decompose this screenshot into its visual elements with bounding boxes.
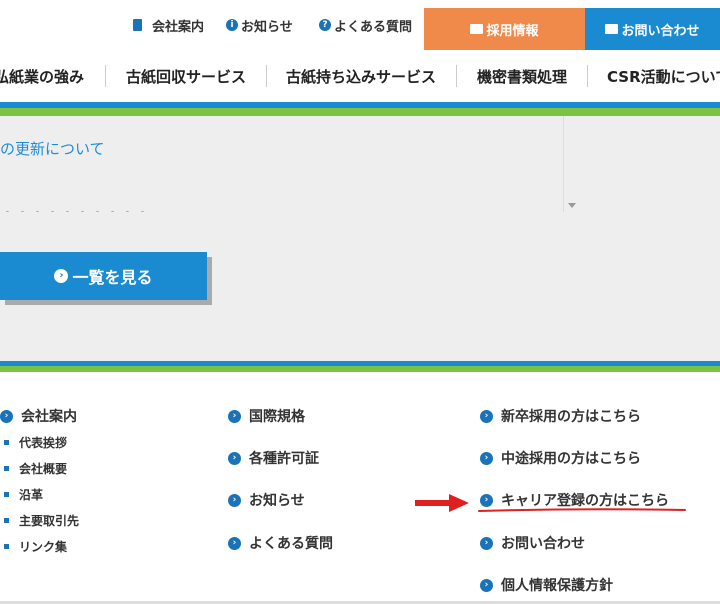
footer-link-contact[interactable]: › お問い合わせ [480,533,585,553]
chevron-right-circle-icon: › [228,409,241,423]
top-link-news[interactable]: i お知らせ [226,0,293,50]
chevron-right-circle-icon: › [480,451,493,465]
footer-link-label: よくある質問 [249,536,333,552]
footer-link-faq[interactable]: › よくある質問 [228,533,333,553]
footer-link-permits[interactable]: › 各種許可証 [228,448,319,468]
news-scrollbar[interactable] [563,116,581,212]
question-icon: ? [319,19,331,31]
footer-sublink-label: 沿革 [19,488,44,502]
footer-link-new-graduate[interactable]: › 新卒採用の方はこちら [480,406,641,426]
square-bullet-icon [4,518,9,523]
footer-link-news[interactable]: › お知らせ [228,490,305,510]
top-link-faq[interactable]: ? よくある質問 [319,0,412,50]
footer-link-label: お知らせ [249,493,305,509]
news-link[interactable]: ・・・・・・・・・・ [0,202,150,212]
info-icon: i [226,19,238,31]
nav-item-csr[interactable]: CSR活動について [607,50,720,102]
chevron-right-circle-icon: › [480,493,493,507]
scroll-down-arrow-icon[interactable] [568,203,576,208]
footer-sublink-overview[interactable]: 会社概要 [4,460,67,477]
square-bullet-icon [4,466,9,471]
chevron-right-circle-icon: › [228,493,241,507]
footer-link-label: 国際規格 [249,409,305,425]
nav-stripe-green [0,108,720,116]
chevron-right-circle-icon: › [228,451,241,465]
chevron-right-circle-icon: › [480,578,493,592]
red-arrow-annotation-icon [415,494,469,512]
footer-link-mid-career[interactable]: › 中途採用の方はこちら [480,448,641,468]
footer-link-label: 中途採用の方はこちら [501,451,641,467]
top-link-faq-label: よくある質問 [334,19,413,35]
square-bullet-icon [4,544,9,549]
nav-divider [266,65,267,87]
footer-link-label: 会社案内 [21,409,77,425]
nav-item-confidential-disposal[interactable]: 機密書類処理 [477,50,567,102]
footer-sublink-clients[interactable]: 主要取引先 [4,512,79,529]
view-all-news-button[interactable]: › 一覧を見る [0,252,207,300]
nav-item-strengths[interactable]: 弘紙業の強み [0,50,84,102]
recruit-button[interactable]: 採用情報 [424,8,585,50]
footer-sublink-label: リンク集 [19,540,68,554]
nav-item-dropoff-service[interactable]: 古紙持ち込みサービス [286,50,436,102]
top-link-company[interactable]: 会社案内 [133,0,204,50]
square-bullet-icon [4,492,9,497]
footer-sublink-label: 代表挨拶 [19,436,68,450]
chevron-right-circle-icon: › [0,409,13,423]
footer-link-label: お問い合わせ [501,536,585,552]
view-all-news-label: 一覧を見る [72,268,153,287]
nav-divider [587,65,588,87]
footer-link-privacy-policy[interactable]: › 個人情報保護方針 [480,575,613,595]
square-bullet-icon [4,440,9,445]
footer-link-label: 新卒採用の方はこちら [501,409,641,425]
red-underline-annotation [478,508,686,512]
document-icon [133,19,142,31]
news-link[interactable]: ・・・・・・・・・・・・・・・・・・・・・・ [0,116,330,123]
footer-sublink-label: 会社概要 [19,462,68,476]
nav-divider [105,65,106,87]
top-link-company-label: 会社案内 [152,19,205,35]
main-navigation: 弘紙業の強み 古紙回収サービス 古紙持ち込みサービス 機密書類処理 CSR活動に… [0,50,720,102]
chevron-right-circle-icon: › [480,536,493,550]
news-link[interactable]: の更新について [0,138,105,159]
mail-icon [605,24,619,34]
top-link-news-label: お知らせ [241,19,293,35]
news-list-box[interactable]: ・・・・・・・・・・・・・・・・・・・・・・ の更新について ・・・・・・・・・… [0,116,580,212]
nav-divider [456,65,457,87]
contact-button[interactable]: お問い合わせ [585,8,720,50]
nav-item-collection-service[interactable]: 古紙回収サービス [126,50,246,102]
chevron-right-circle-icon: › [228,536,241,550]
briefcase-icon [470,24,484,34]
footer-sublink-label: 主要取引先 [19,514,80,528]
footer-link-company[interactable]: › 会社案内 [0,406,77,426]
top-utility-bar: 会社案内 i お知らせ ? よくある質問 採用情報 お問い合わせ [0,0,720,50]
footer-link-label: 各種許可証 [249,451,319,467]
footer-sublink-history[interactable]: 沿革 [4,486,43,503]
chevron-right-circle-icon: › [480,409,493,423]
chevron-right-circle-icon: › [54,269,69,283]
recruit-button-label: 採用情報 [486,23,539,39]
contact-button-label: お問い合わせ [621,23,700,39]
footer-sublink-greeting[interactable]: 代表挨拶 [4,434,67,451]
footer-link-iso[interactable]: › 国際規格 [228,406,305,426]
footer-link-label: 個人情報保護方針 [501,578,613,594]
footer-sublink-links[interactable]: リンク集 [4,538,67,555]
